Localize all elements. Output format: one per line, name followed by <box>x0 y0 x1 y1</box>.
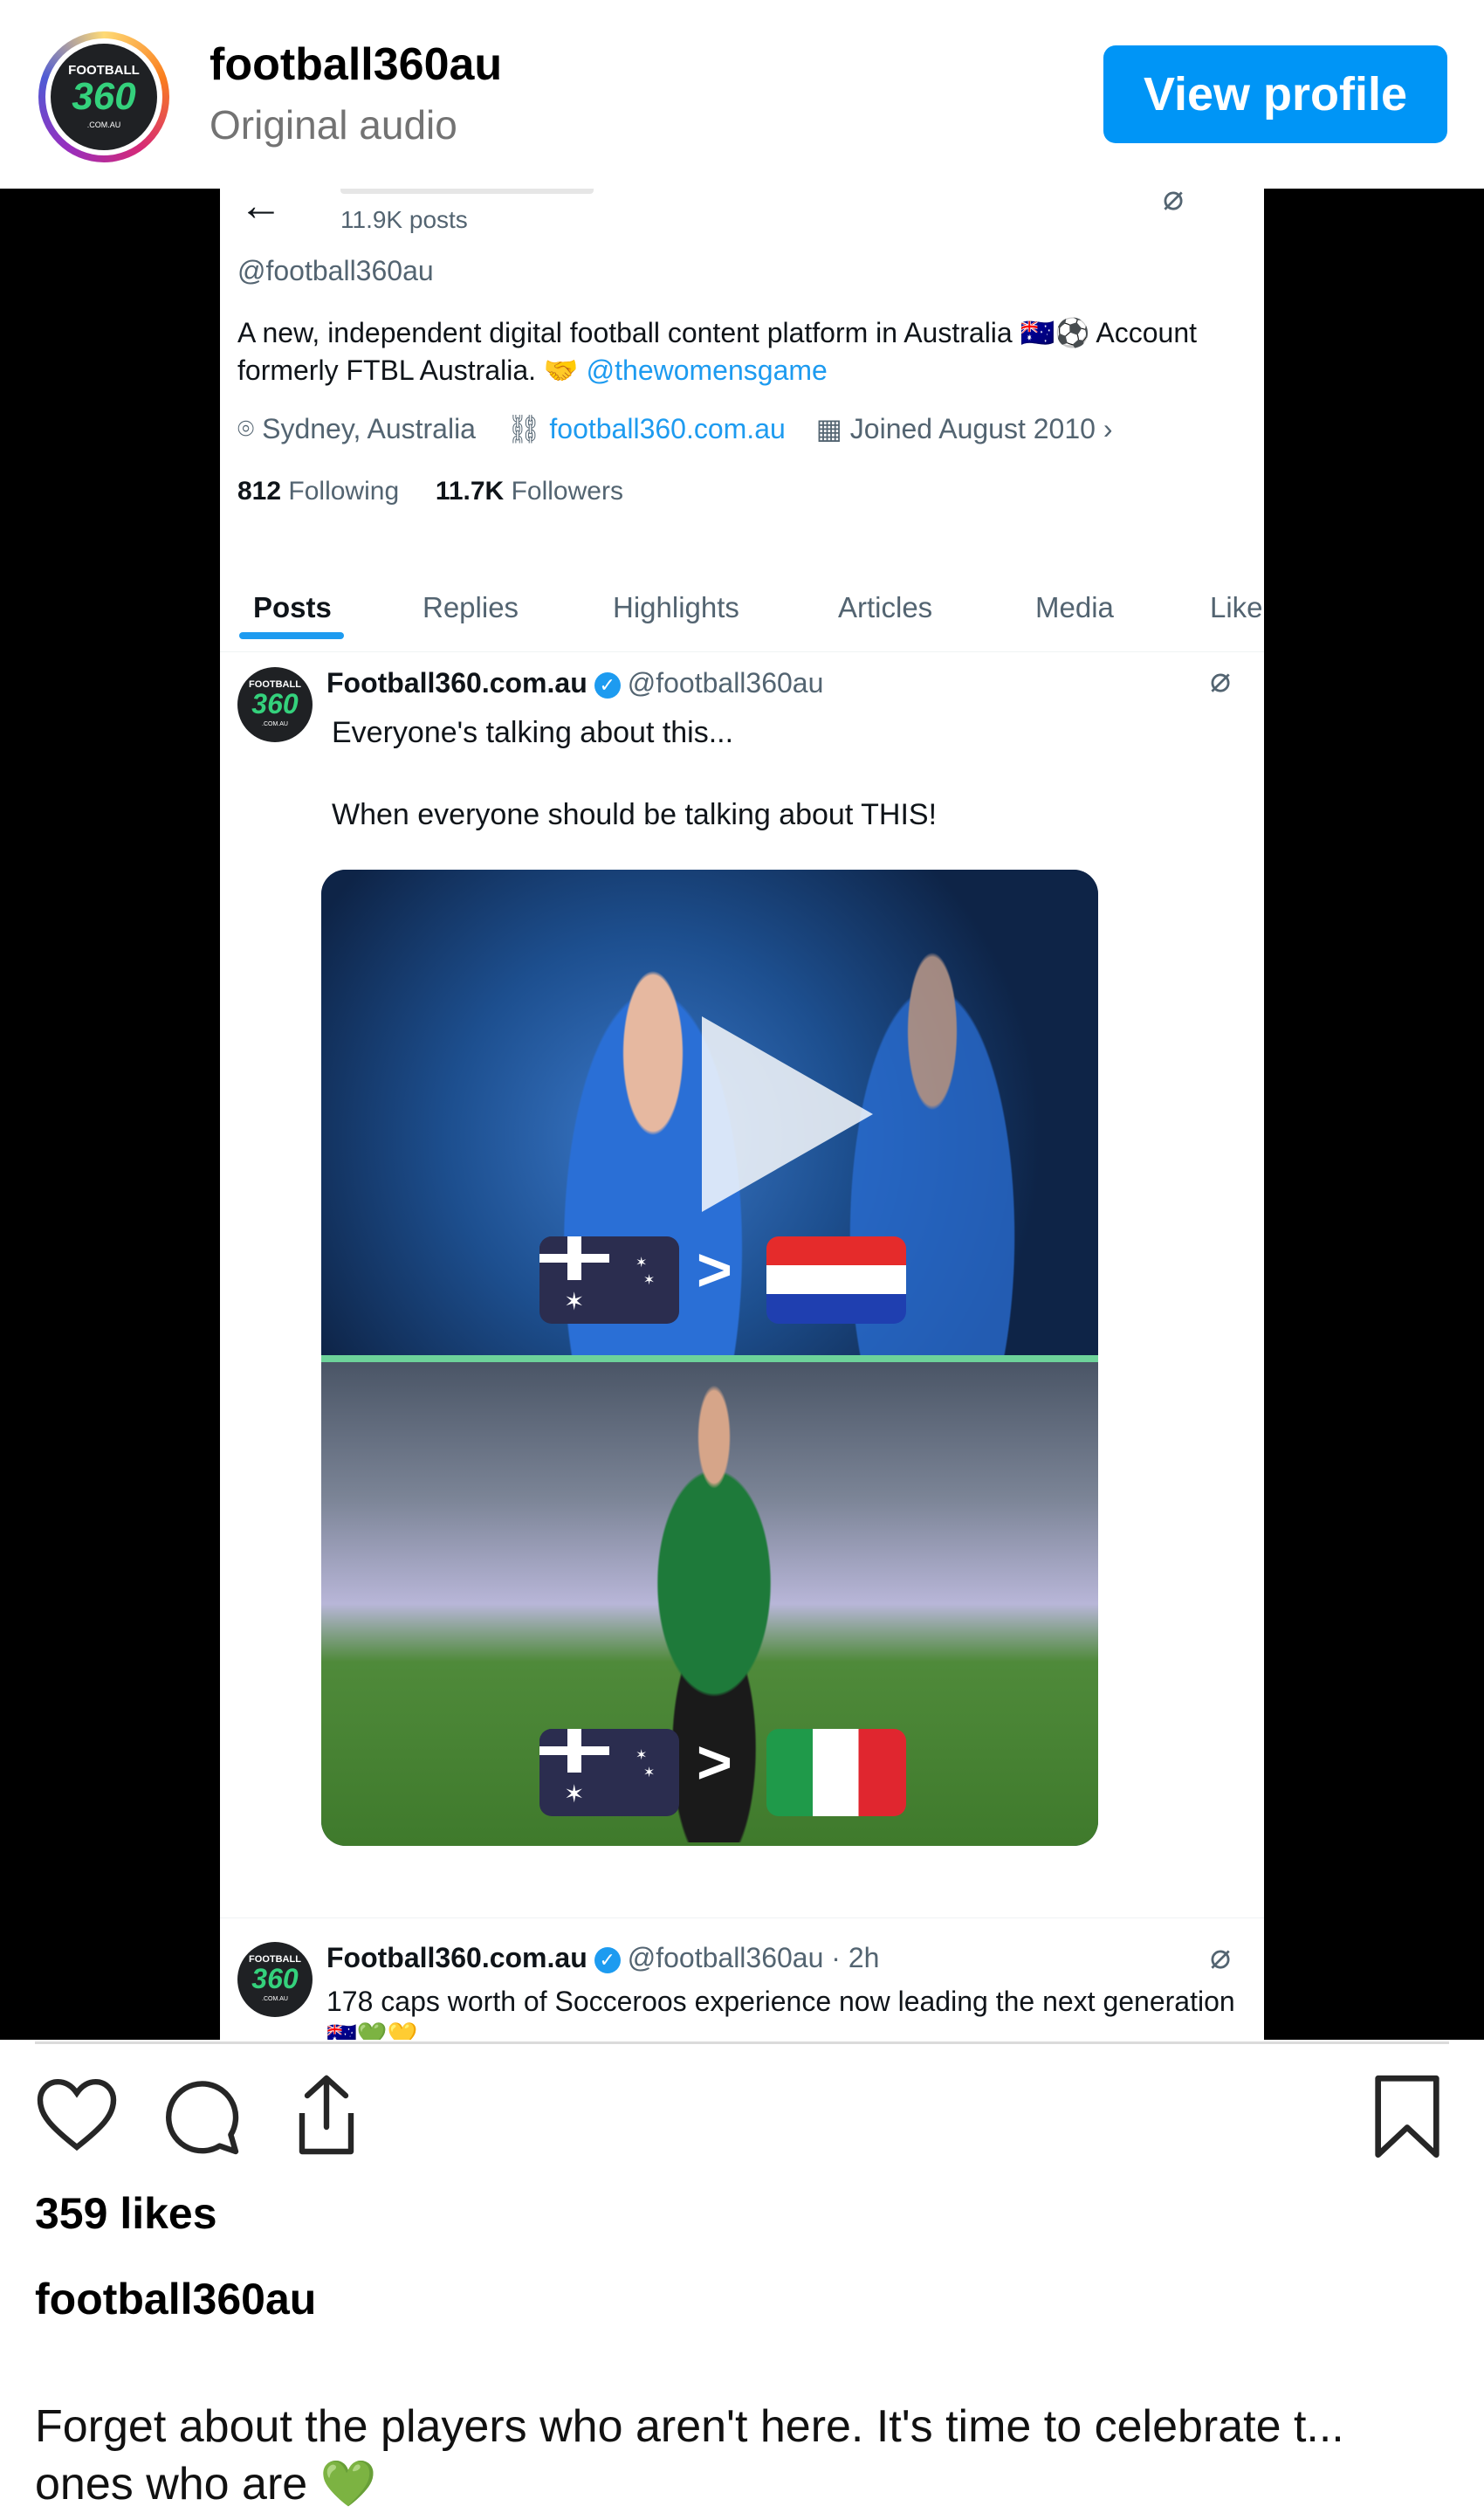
share-icon[interactable] <box>285 2071 368 2158</box>
australia-flag-icon: ✶ ✶ ✶ <box>539 1236 679 1324</box>
progress-divider <box>35 2041 1449 2044</box>
chevron-right-icon: › <box>1103 413 1113 444</box>
bookmark-icon[interactable] <box>1371 2073 1444 2160</box>
tweet-text-line2: When everyone should be talking about TH… <box>332 798 938 831</box>
australia-flag-icon: ✶ ✶ ✶ <box>539 1729 679 1816</box>
croatia-flag-icon <box>766 1236 906 1324</box>
media-divider <box>321 1355 1098 1362</box>
following-count: 812 <box>237 477 282 506</box>
calendar-icon: ▦ <box>815 413 842 444</box>
tab-articles: Articles <box>838 591 933 623</box>
tweet-avatar: FOOTBALL 360 .COM.AU <box>237 667 313 742</box>
media-image-sassuolo: ✶ ✶ ✶ > <box>321 1362 1098 1846</box>
grok-icon: ⌀ <box>1210 661 1232 699</box>
tweet-media: ✶ ✶ ✶ > ✶ ✶ ✶ > <box>321 870 1098 1846</box>
twitter-screen-recording: ← 11.9K posts ⌀ @football360au A new, in… <box>220 189 1264 2040</box>
profile-meta: ⌾ Sydney, Australia ⛓ football360.com.au… <box>237 412 1135 446</box>
post-username[interactable]: football360au <box>210 38 502 91</box>
football360-logo: FOOTBALL 360 .COM.AU <box>51 44 157 150</box>
caption-username[interactable]: football360au <box>35 2274 316 2324</box>
verified-badge-icon: ✓ <box>594 1946 621 1973</box>
comment-icon[interactable] <box>159 2075 243 2158</box>
following-label: Following <box>288 477 400 506</box>
profile-joined: Joined August 2010 <box>849 413 1096 444</box>
tab-likes: Like <box>1210 591 1263 623</box>
ig-post-header: FOOTBALL 360 .COM.AU football360au Origi… <box>0 0 1484 189</box>
profile-tabs: Posts Replies Highlights Articles Media … <box>220 564 1264 652</box>
post-count: 11.9K posts <box>340 206 468 233</box>
caption-text[interactable]: Forget about the players who aren't here… <box>35 2398 1449 2513</box>
tab-media: Media <box>1035 591 1114 623</box>
greater-than-sign: > <box>697 1728 732 1796</box>
profile-website: football360.com.au <box>549 413 786 444</box>
followers-count: 11.7K <box>435 477 505 506</box>
tweet-author-name: Football360.com.au <box>326 667 587 699</box>
italy-flag-icon <box>766 1729 906 1816</box>
grok-icon: ⌀ <box>1210 1938 1232 1976</box>
play-icon <box>702 1016 873 1212</box>
tweet-emojis: 🇦🇺💚💛 <box>326 2021 418 2040</box>
followers-label: Followers <box>511 477 623 506</box>
tweet-author: Football360.com.au ✓ @football360au <box>326 667 823 699</box>
tab-replies: Replies <box>423 591 519 623</box>
link-icon: ⛓ <box>505 413 542 444</box>
view-profile-button[interactable]: View profile <box>1103 45 1447 143</box>
profile-location: Sydney, Australia <box>262 413 476 444</box>
tweet-author: Football360.com.au ✓ @football360au · 2h <box>326 1942 879 1974</box>
location-icon: ⌾ <box>237 413 255 444</box>
tweet-separator <box>220 1917 1264 1918</box>
follow-counts: 812 Following 11.7K Followers <box>237 477 623 506</box>
heart-icon[interactable] <box>35 2075 119 2153</box>
back-arrow-icon: ← <box>239 189 283 230</box>
tab-highlights: Highlights <box>613 591 739 623</box>
video-player[interactable]: ← 11.9K posts ⌀ @football360au A new, in… <box>0 189 1484 2040</box>
tweet-text: 178 caps worth of Socceroos experience n… <box>326 1986 1235 2017</box>
profile-bio: A new, independent digital football cont… <box>237 314 1259 389</box>
greater-than-sign: > <box>697 1236 732 1304</box>
profile-handle: @football360au <box>237 255 434 286</box>
verified-badge-icon: ✓ <box>594 671 621 699</box>
tweet-author-name: Football360.com.au <box>326 1942 587 1973</box>
tweet-author-handle: @football360au <box>627 667 824 699</box>
profile-name-cropped <box>340 189 594 194</box>
grok-icon: ⌀ <box>1163 189 1185 217</box>
audio-label[interactable]: Original audio <box>210 101 457 148</box>
avatar[interactable]: FOOTBALL 360 .COM.AU <box>38 31 169 162</box>
bio-mention-link: @thewomensgame <box>586 355 828 386</box>
active-tab-indicator <box>239 632 344 639</box>
tweet-avatar: FOOTBALL 360 .COM.AU <box>237 1942 313 2017</box>
likes-count[interactable]: 359 likes <box>35 2188 217 2239</box>
tweet-author-handle: @football360au · 2h <box>627 1942 880 1973</box>
tweet-text-line1: Everyone's talking about this... <box>332 716 734 749</box>
